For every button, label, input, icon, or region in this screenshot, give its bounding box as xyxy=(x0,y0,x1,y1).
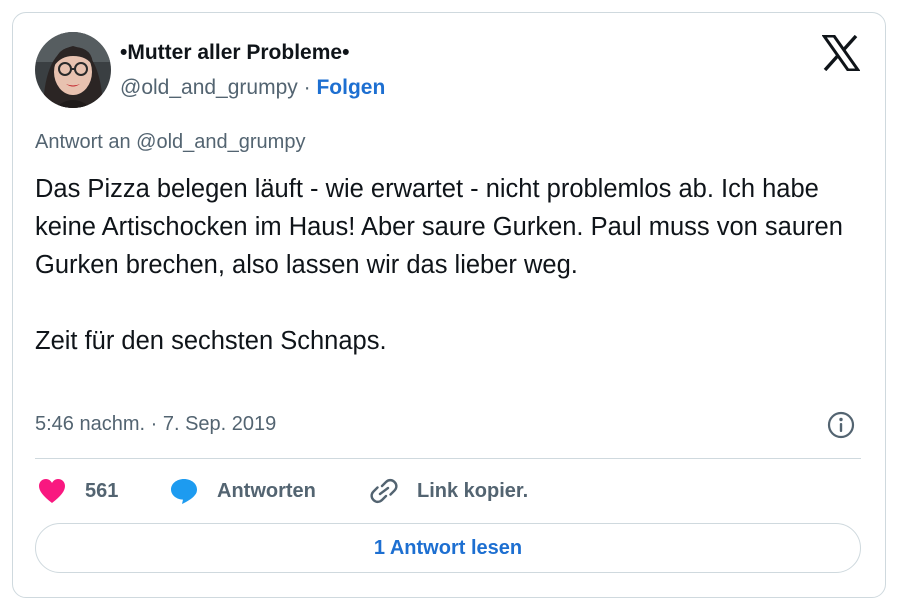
author-handle[interactable]: @old_and_grumpy xyxy=(120,76,298,99)
author-handle-line: @old_and_grumpy · Folgen xyxy=(120,76,385,100)
copy-link-button[interactable]: Link kopier. xyxy=(369,475,528,507)
like-count: 561 xyxy=(85,479,119,502)
heart-icon xyxy=(37,477,67,505)
author-display-name[interactable]: •Mutter aller Probleme• xyxy=(120,41,349,65)
follow-button[interactable]: Folgen xyxy=(316,76,385,99)
avatar[interactable] xyxy=(35,32,111,108)
info-icon[interactable] xyxy=(827,411,855,439)
tweet-paragraph-1: Das Pizza belegen läuft - wie erwartet -… xyxy=(35,175,843,279)
reply-button[interactable]: Antworten xyxy=(169,475,316,507)
x-logo-icon[interactable] xyxy=(821,34,861,72)
tweet-paragraph-2: Zeit für den sechsten Schnaps. xyxy=(35,327,387,355)
link-icon xyxy=(369,477,399,505)
handle-separator: · xyxy=(303,76,311,99)
tweet-text: Das Pizza belegen läuft - wie erwartet -… xyxy=(35,170,865,360)
like-button[interactable]: 561 xyxy=(37,475,118,507)
reply-context[interactable]: Antwort an @old_and_grumpy xyxy=(35,131,305,154)
tweet-timestamp[interactable]: 5:46 nachm. · 7. Sep. 2019 xyxy=(35,413,276,436)
tweet-embed-card: •Mutter aller Probleme• @old_and_grumpy … xyxy=(12,12,886,598)
divider xyxy=(35,458,861,459)
speech-bubble-icon xyxy=(169,477,199,505)
read-replies-button[interactable]: 1 Antwort lesen xyxy=(35,523,861,573)
copy-link-label: Link kopier. xyxy=(417,479,529,502)
reply-label: Antworten xyxy=(217,479,316,502)
